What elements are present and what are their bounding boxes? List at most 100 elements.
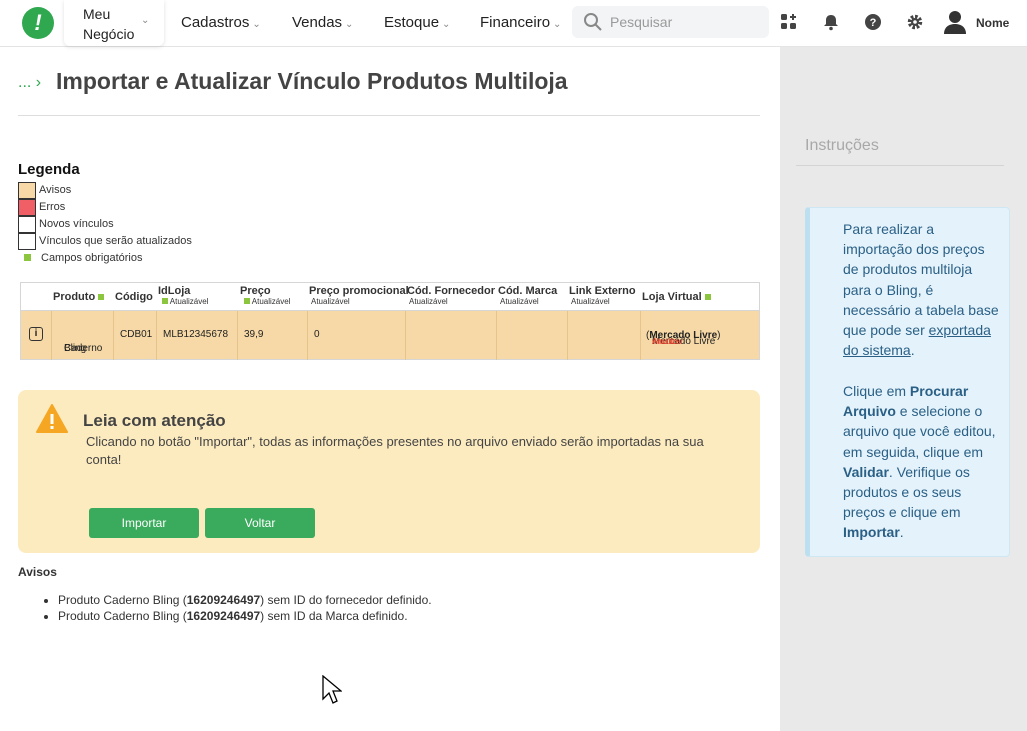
col-header-cod-fornecedor: Cód. Fornecedor Atualizável	[407, 285, 496, 306]
required-marker-icon	[704, 294, 711, 300]
breadcrumb[interactable]: ... ›	[18, 74, 41, 92]
avatar[interactable]	[944, 10, 966, 34]
import-button[interactable]: Importar	[89, 508, 199, 538]
nav-vendas[interactable]: Vendas ⌄	[292, 14, 353, 31]
vinculo-link[interactable]: vínculo	[652, 336, 677, 348]
cell-preco-promocional: 0	[308, 311, 406, 360]
divider	[796, 165, 1004, 166]
legend-title: Legenda	[18, 161, 80, 178]
avisos-list: Produto Caderno Bling (16209246497) sem …	[40, 592, 432, 624]
cell-loja-virtual: Mercado Livre (Mercado Livre) Atualizar ví…	[646, 330, 721, 348]
legend-swatch	[18, 199, 36, 216]
nav-estoque-label: Estoque	[384, 14, 440, 31]
user-name[interactable]: Nome	[976, 16, 1009, 30]
nav-cadastros-label: Cadastros	[181, 14, 250, 31]
header-label: Produto	[53, 291, 96, 303]
nav-estoque[interactable]: Estoque ⌄	[384, 14, 450, 31]
gear-icon[interactable]	[906, 13, 924, 31]
instructions-text: Clique em	[843, 383, 910, 399]
header-label: Cód. Marca	[498, 285, 558, 297]
products-table: Produto Código IdLoja Atualizável Preço …	[20, 282, 760, 360]
divider	[18, 115, 760, 116]
nav-meu-negocio-label: Meu Negócio	[83, 6, 135, 42]
col-header-loja-virtual: Loja Virtual	[642, 291, 711, 303]
header-label: Preço promocional	[309, 285, 409, 297]
warning-title: Leia com atenção	[83, 411, 226, 430]
instructions-text: Para realizar a importação dos preços de…	[843, 221, 999, 339]
legend-swatch	[18, 233, 36, 250]
chevron-down-icon: ⌄	[442, 19, 451, 30]
info-icon[interactable]: i	[29, 327, 43, 341]
breadcrumb-ellipsis[interactable]: ...	[18, 74, 31, 91]
nav-financeiro-label: Financeiro	[480, 14, 551, 31]
required-marker-icon	[24, 254, 31, 261]
search-icon	[584, 13, 602, 31]
cell-preco: 39,9	[238, 311, 308, 360]
header-sub: Atualizável	[571, 297, 610, 306]
svg-text:?: ?	[870, 17, 877, 29]
help-icon[interactable]: ?	[864, 13, 882, 31]
required-marker-icon	[162, 298, 168, 304]
cell-cod-fornecedor	[406, 311, 497, 360]
legend-label: Erros	[39, 201, 66, 213]
preco-value: 39,9	[244, 329, 264, 340]
nav-cadastros[interactable]: Cadastros ⌄	[181, 14, 261, 31]
aviso-prefix: Produto Caderno Bling (	[58, 609, 187, 623]
avisos-title: Avisos	[18, 565, 57, 579]
col-header-preco: Preço Atualizável	[240, 285, 290, 306]
required-marker-icon	[98, 294, 105, 300]
table-row[interactable]: i Caderno Bling CDB01 MLB12345678 39,9 0 …	[21, 310, 759, 360]
warning-icon	[36, 404, 68, 433]
chevron-down-icon: ⌄	[141, 15, 150, 26]
legend-swatch	[18, 182, 36, 199]
cell-idloja: MLB12345678	[157, 311, 238, 360]
header-sub: Atualizável	[169, 297, 209, 306]
chevron-down-icon: ⌄	[553, 19, 562, 30]
nav-vendas-label: Vendas	[292, 14, 343, 31]
header-label: Preço	[240, 285, 271, 297]
produto-line2: Bling	[64, 343, 87, 354]
instructions-text: .	[899, 524, 904, 541]
top-navbar: ! Meu Negócio ⌄ Cadastros ⌄ Vendas ⌄ Estoq…	[0, 0, 1027, 47]
apps-icon[interactable]	[780, 13, 798, 31]
search-box	[572, 6, 769, 38]
list-item: Produto Caderno Bling (16209246497) sem …	[58, 592, 432, 608]
legend-label: Campos obrigatórios	[41, 252, 143, 264]
col-header-preco-promocional: Preço promocional Atualizável	[309, 285, 409, 306]
header-label: IdLoja	[158, 285, 191, 297]
instructions-text: .	[910, 342, 915, 359]
header-label: Cód. Fornecedor	[407, 285, 496, 297]
instructions-title: Instruções	[805, 137, 879, 154]
nav-financeiro[interactable]: Financeiro ⌄	[480, 14, 561, 31]
bling-logo[interactable]: !	[22, 7, 54, 39]
bell-icon[interactable]	[822, 13, 840, 31]
header-label: Loja Virtual	[642, 291, 702, 303]
aviso-suffix: ) sem ID do fornecedor definido.	[260, 593, 432, 607]
aviso-prefix: Produto Caderno Bling (	[58, 593, 187, 607]
chevron-right-icon: ›	[35, 74, 42, 91]
instructions-paragraph-1: Para realizar a importação dos preços de…	[843, 219, 1003, 360]
instructions-bold: Importar	[843, 524, 900, 541]
mouse-cursor-icon	[322, 675, 342, 704]
list-item: Produto Caderno Bling (16209246497) sem …	[58, 608, 432, 624]
nav-meu-negocio[interactable]: Meu Negócio ⌄	[64, 0, 164, 46]
cell-link-externo	[568, 311, 641, 360]
header-sub: Atualizável	[311, 297, 350, 306]
search-input[interactable]	[610, 12, 760, 32]
legend-label: Vínculos que serão atualizados	[39, 235, 192, 247]
col-header-codigo: Código	[115, 291, 153, 303]
idloja-value: MLB12345678	[163, 329, 229, 340]
instructions-paragraph-2: Clique em Procurar Arquivo e selecione o…	[843, 381, 1003, 543]
warning-box: Leia com atenção Clicando no botão "Impo…	[18, 390, 760, 553]
back-button[interactable]: Voltar	[205, 508, 315, 538]
col-header-cod-marca: Cód. Marca Atualizável	[498, 285, 558, 306]
header-sub: Atualizável	[409, 297, 448, 306]
aviso-suffix: ) sem ID da Marca definido.	[260, 609, 408, 623]
cell-produto: Caderno Bling	[52, 311, 114, 360]
instructions-sidebar: Instruções Para realizar a importação do…	[780, 47, 1027, 731]
instructions-box: Para realizar a importação dos preços de…	[805, 207, 1010, 557]
header-label: Link Externo	[569, 285, 636, 297]
cell-codigo: CDB01	[114, 311, 157, 360]
header-sub: Atualizável	[251, 297, 291, 306]
required-marker-icon	[244, 298, 250, 304]
